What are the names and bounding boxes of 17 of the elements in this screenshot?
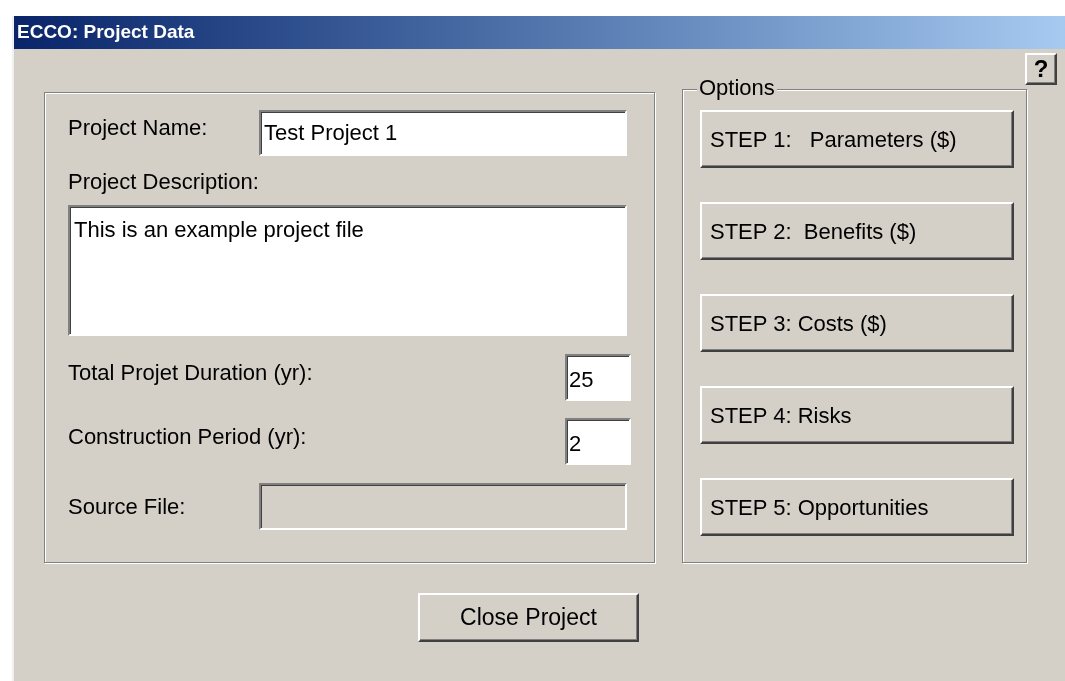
step-button[interactable]: STEP 3: Costs ($)	[700, 294, 1014, 352]
step-button[interactable]: STEP 5: Opportunities	[700, 478, 1014, 536]
project-description-field[interactable]: This is an example project file	[68, 205, 627, 336]
window-title: ECCO: Project Data	[14, 16, 1065, 49]
field-label: Construction Period (yr):	[68, 423, 307, 451]
number-field[interactable]: 25	[565, 354, 631, 401]
field-label: Total Projet Duration (yr):	[68, 359, 313, 387]
field-label: Project Description:	[68, 168, 260, 195]
project-name-field[interactable]: Test Project 1	[259, 110, 627, 156]
step-button[interactable]: STEP 2: Benefits ($)	[700, 202, 1014, 260]
close-project-button[interactable]: Close Project	[418, 593, 639, 642]
step-button[interactable]: STEP 4: Risks	[700, 386, 1014, 444]
field-label: Source File:	[68, 493, 187, 521]
step-button[interactable]: STEP 1: Parameters ($)	[700, 110, 1014, 168]
number-field[interactable]: 2	[565, 418, 631, 465]
field-label: Project Name:	[68, 114, 209, 142]
help-button[interactable]: ?	[1025, 53, 1057, 85]
